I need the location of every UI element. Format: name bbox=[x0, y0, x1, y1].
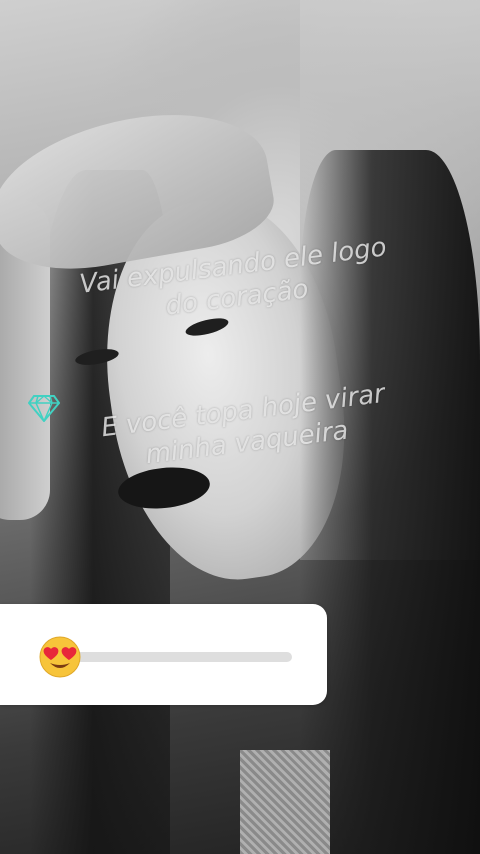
heart-eyes-emoji-icon[interactable] bbox=[38, 635, 82, 679]
shirt bbox=[240, 750, 330, 854]
slider-track[interactable] bbox=[60, 652, 292, 662]
emoji-slider-sticker[interactable] bbox=[0, 604, 327, 705]
